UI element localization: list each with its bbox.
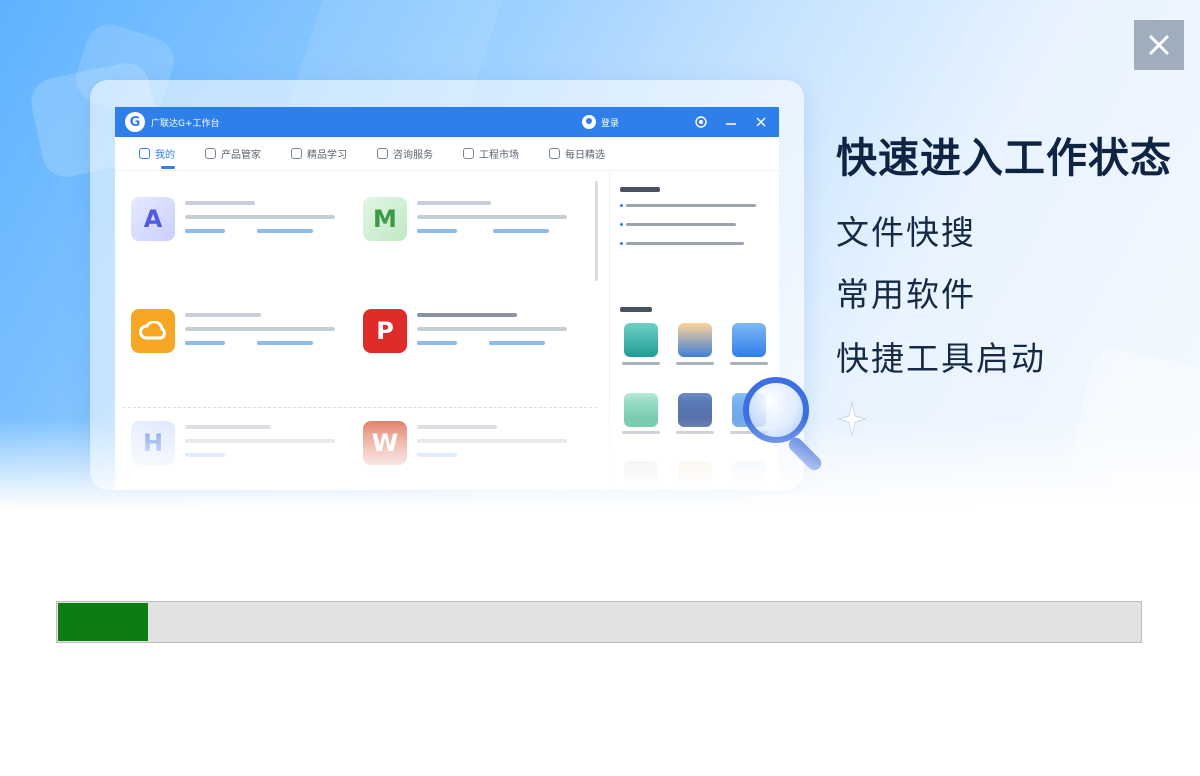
app-text-line bbox=[185, 201, 255, 205]
side-heading bbox=[620, 187, 660, 192]
tool-icon bbox=[624, 323, 658, 357]
bullet-icon bbox=[620, 223, 623, 226]
app-logo-icon: G bbox=[125, 112, 145, 132]
preview-login: 登录 bbox=[581, 115, 619, 129]
tool-icon bbox=[678, 323, 712, 357]
hero-headline: 快速进入工作状态 bbox=[836, 134, 1172, 182]
app-link-line bbox=[257, 341, 313, 345]
preview-title: 广联达G+工作台 bbox=[151, 118, 220, 129]
tool-caption bbox=[676, 362, 714, 365]
login-label: 登录 bbox=[600, 118, 619, 129]
app-card: M bbox=[363, 197, 583, 267]
tab-daily: 每日精选 bbox=[549, 137, 605, 171]
close-small-icon bbox=[753, 114, 769, 130]
tool-icon bbox=[732, 323, 766, 357]
app-text-line bbox=[417, 327, 567, 331]
side-heading bbox=[620, 307, 652, 312]
splash-window: G 广联达G+工作台 登录 我的 产品管家 精品学习 咨询服务 工程市场 每日精… bbox=[0, 0, 1200, 776]
app-text-line bbox=[185, 327, 335, 331]
tab-label: 工程市场 bbox=[479, 150, 519, 161]
feature-file-search: 文件快搜 bbox=[836, 213, 976, 252]
daily-icon bbox=[549, 148, 560, 159]
side-text-line bbox=[626, 242, 744, 245]
user-icon bbox=[581, 115, 596, 129]
banner-fade bbox=[0, 418, 1200, 508]
app-card bbox=[131, 309, 351, 379]
preview-tabs: 我的 产品管家 精品学习 咨询服务 工程市场 每日精选 bbox=[115, 137, 779, 171]
close-icon bbox=[1148, 34, 1170, 56]
tab-learning: 精品学习 bbox=[291, 137, 347, 171]
app-cloud-icon bbox=[131, 309, 175, 353]
tab-product-manager: 产品管家 bbox=[205, 137, 261, 171]
close-button[interactable] bbox=[1134, 20, 1184, 70]
tab-label: 精品学习 bbox=[307, 150, 347, 161]
hero-banner: G 广联达G+工作台 登录 我的 产品管家 精品学习 咨询服务 工程市场 每日精… bbox=[0, 0, 1200, 508]
tab-label: 每日精选 bbox=[565, 150, 605, 161]
tab-market: 工程市场 bbox=[463, 137, 519, 171]
market-icon bbox=[463, 148, 474, 159]
app-text-line bbox=[185, 215, 335, 219]
app-card: A bbox=[131, 197, 351, 267]
side-text-line bbox=[626, 204, 756, 207]
monitor-icon bbox=[139, 148, 150, 159]
tool-caption bbox=[730, 362, 768, 365]
settings-icon bbox=[693, 114, 709, 130]
app-link-line bbox=[257, 229, 313, 233]
app-link-line bbox=[417, 229, 457, 233]
app-link-line bbox=[493, 229, 549, 233]
tab-label: 咨询服务 bbox=[393, 150, 433, 161]
bullet-icon bbox=[620, 242, 623, 245]
tool-caption bbox=[622, 362, 660, 365]
side-text-line bbox=[626, 223, 736, 226]
tab-label: 产品管家 bbox=[221, 150, 261, 161]
cap-icon bbox=[291, 148, 302, 159]
progress-fill bbox=[58, 603, 148, 641]
feature-quick-tools: 快捷工具启动 bbox=[836, 339, 1046, 378]
app-p-icon: P bbox=[363, 309, 407, 353]
app-text-line bbox=[417, 201, 491, 205]
loading-progress-bar bbox=[56, 601, 1142, 643]
app-link-line bbox=[185, 341, 225, 345]
tab-mine: 我的 bbox=[139, 137, 175, 171]
app-link-line bbox=[417, 341, 457, 345]
grid-icon bbox=[205, 148, 216, 159]
app-text-line bbox=[185, 313, 261, 317]
chat-icon bbox=[377, 148, 388, 159]
app-link-line bbox=[489, 341, 545, 345]
preview-scrollbar bbox=[595, 181, 598, 281]
feature-common-software: 常用软件 bbox=[836, 275, 976, 314]
app-card: P bbox=[363, 309, 583, 379]
preview-titlebar: G 广联达G+工作台 登录 bbox=[115, 107, 779, 137]
tab-label: 我的 bbox=[155, 150, 175, 161]
tab-consulting: 咨询服务 bbox=[377, 137, 433, 171]
app-link-line bbox=[185, 229, 225, 233]
bullet-icon bbox=[620, 204, 623, 207]
app-m-icon: M bbox=[363, 197, 407, 241]
app-text-line bbox=[417, 313, 517, 317]
app-a-icon: A bbox=[131, 197, 175, 241]
minimize-icon bbox=[723, 114, 739, 130]
app-text-line bbox=[417, 215, 567, 219]
